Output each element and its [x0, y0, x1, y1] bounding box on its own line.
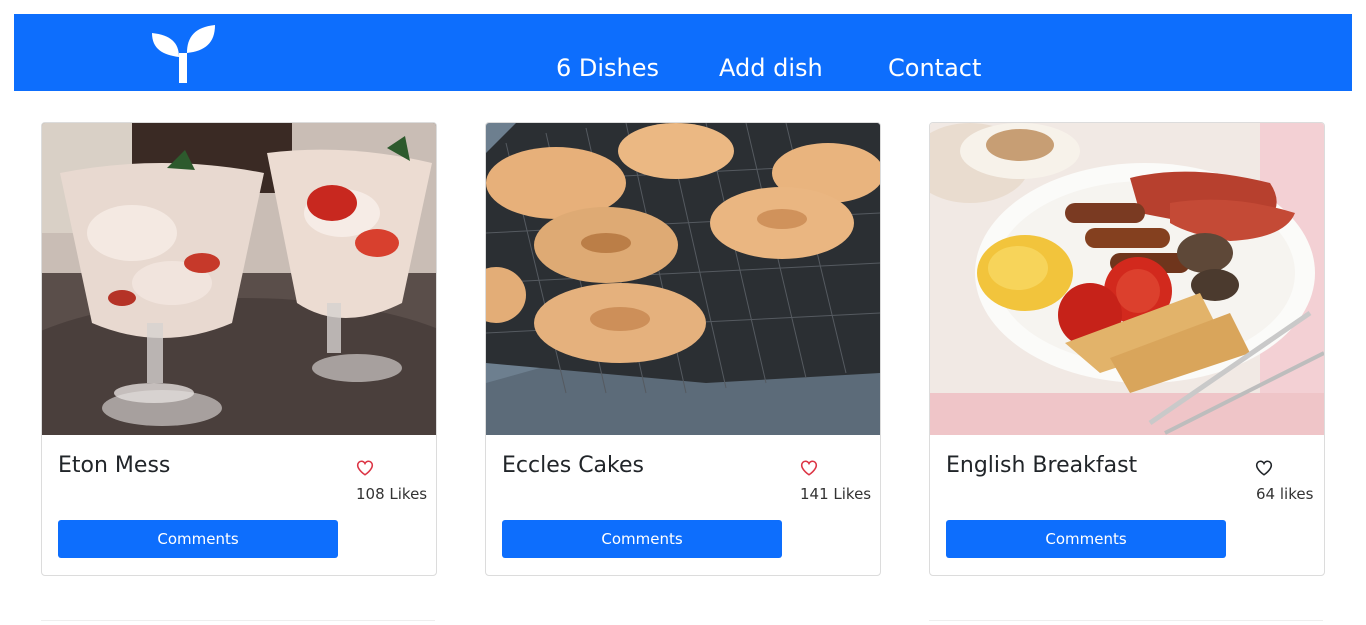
nav-link-dishes[interactable]: 6 Dishes: [556, 52, 659, 84]
next-card-edge: [41, 620, 435, 625]
likes-count: 108 Likes: [356, 485, 428, 503]
dish-card-eccles-cakes: Eccles Cakes 141 Likes Comments: [485, 122, 881, 576]
navbar: 6 Dishes Add dish Contact: [14, 14, 1352, 91]
comments-button[interactable]: Comments: [58, 520, 338, 558]
nav-links: 6 Dishes Add dish Contact: [14, 52, 1352, 84]
dish-title: Eton Mess: [58, 453, 171, 478]
comments-button[interactable]: Comments: [946, 520, 1226, 558]
dish-title: Eccles Cakes: [502, 453, 644, 478]
dish-title: English Breakfast: [946, 453, 1138, 478]
likes-count: 141 Likes: [800, 485, 872, 503]
heart-icon[interactable]: [356, 459, 374, 477]
dish-card-eton-mess: Eton Mess 108 Likes Comments: [41, 122, 437, 576]
comments-button[interactable]: Comments: [502, 520, 782, 558]
nav-link-contact[interactable]: Contact: [888, 52, 981, 84]
likes-count: 64 likes: [1256, 485, 1314, 503]
heart-icon[interactable]: [800, 459, 818, 477]
dish-card-english-breakfast: English Breakfast 64 likes Comments: [929, 122, 1325, 576]
eton-mess-photo: [42, 123, 436, 435]
next-card-edge: [929, 620, 1323, 625]
english-breakfast-photo: [930, 123, 1324, 435]
eccles-cakes-photo: [486, 123, 880, 435]
heart-icon[interactable]: [1255, 459, 1273, 477]
nav-link-add-dish[interactable]: Add dish: [719, 52, 823, 84]
